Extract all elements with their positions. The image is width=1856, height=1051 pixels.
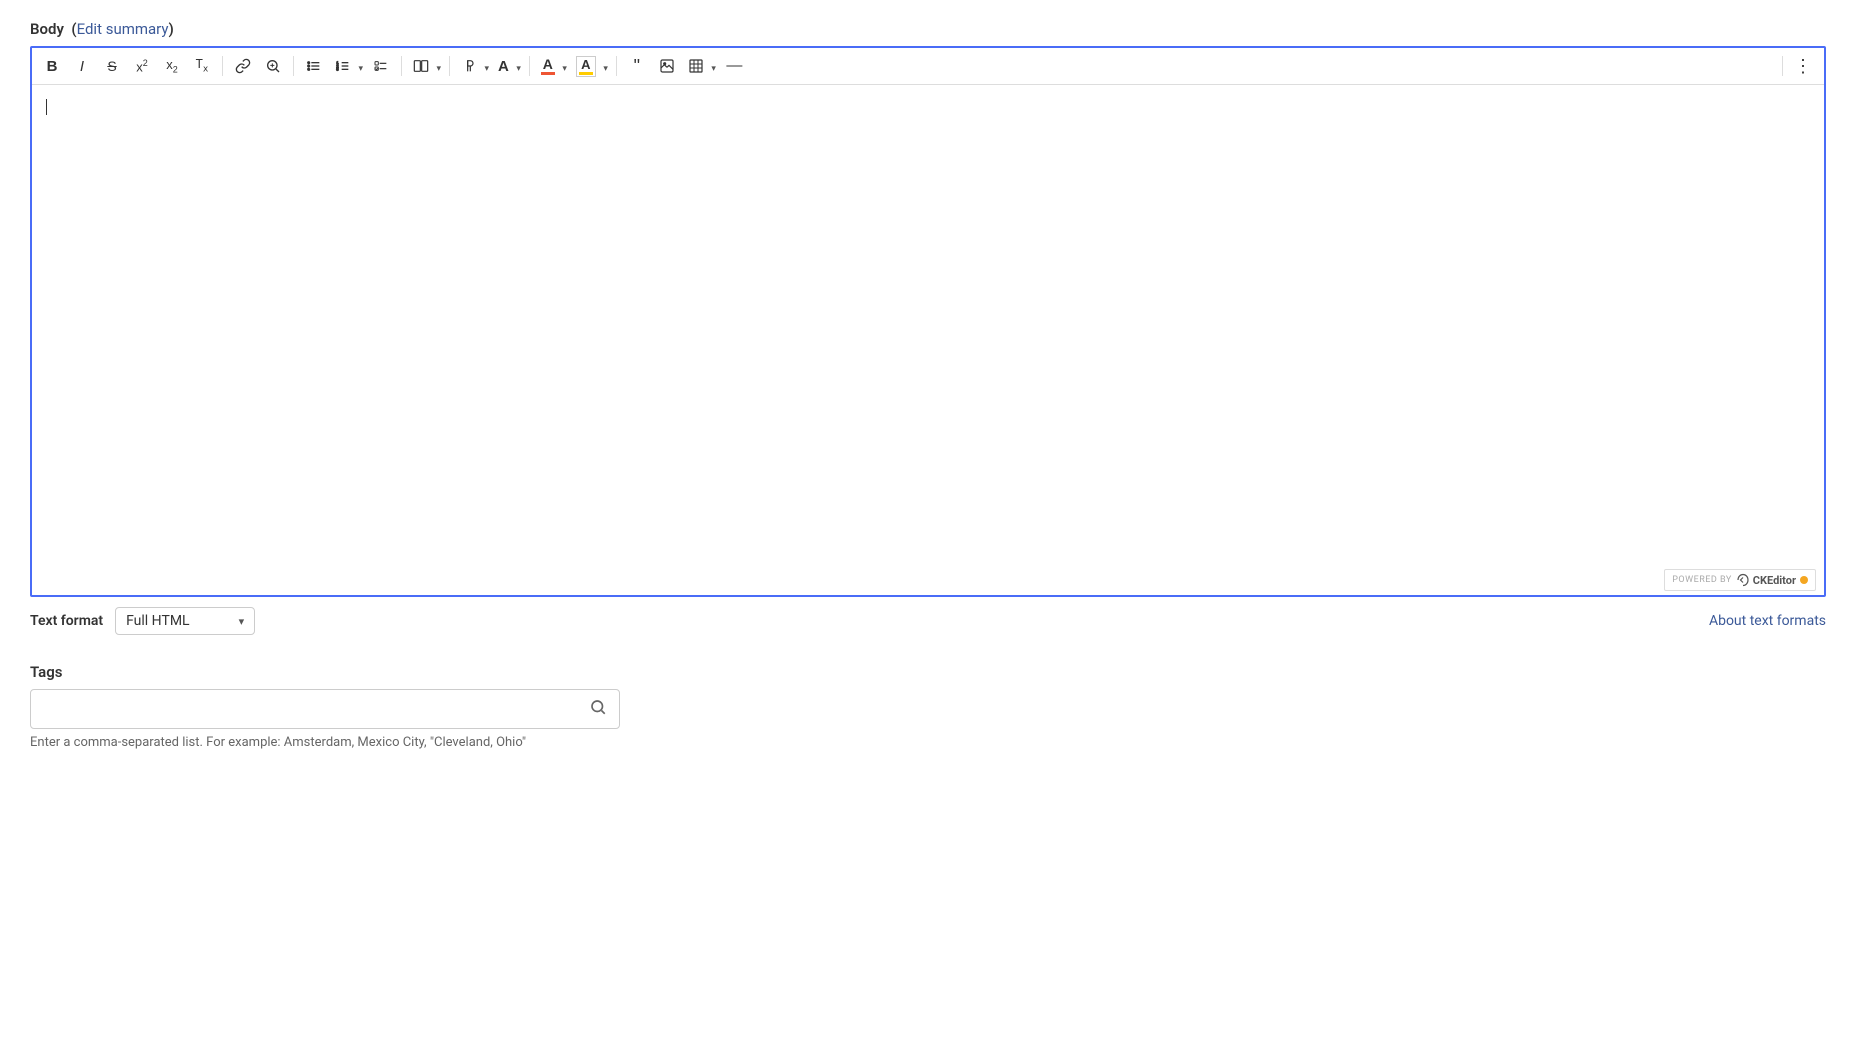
columns-icon [413,58,429,74]
tags-input[interactable] [31,691,577,727]
link-button[interactable] [229,52,257,80]
editor-toolbar: B I S x2 x2 Tx [32,48,1824,85]
text-format-selected-value: Full HTML [126,613,218,629]
body-label: Body (Edit summary) [30,20,1826,38]
ckeditor-brand-text: CKEditor [1753,574,1796,587]
bold-button[interactable]: B [38,52,66,80]
toolbar-divider-1 [222,56,223,76]
tags-hint: Enter a comma-separated list. For exampl… [30,735,1826,750]
text-cursor [46,99,47,115]
toolbar-divider-last [1782,56,1783,76]
search-icon [577,690,619,728]
ckeditor-badge: POWERED BY CKEditor [1664,569,1816,591]
numbered-list-button[interactable]: 1 2 3 ▾ [330,52,365,80]
ckeditor-dot [1800,576,1808,584]
text-format-left: Text format Full HTML ▾ [30,607,255,635]
insert-image-icon [659,58,675,74]
paragraph-format-button[interactable]: ▾ [456,52,491,80]
tags-section: Tags Enter a comma-separated list. For e… [30,663,1826,750]
toolbar-divider-4 [449,56,450,76]
remove-format-button[interactable]: Tx [188,52,216,80]
text-format-label: Text format [30,613,103,629]
insert-table-icon [688,58,704,74]
editor-footer: POWERED BY CKEditor [32,565,1824,595]
toolbar-divider-6 [616,56,617,76]
editor-content-area[interactable] [32,85,1824,565]
superscript-button[interactable]: x2 [128,52,156,80]
tags-label: Tags [30,663,1826,681]
find-replace-icon [265,58,281,74]
body-label-text: Body [30,20,64,38]
insert-image-button[interactable] [653,52,681,80]
bullet-list-icon [306,58,322,74]
more-options-button[interactable]: ⋮ [1789,52,1818,80]
subscript-button[interactable]: x2 [158,52,186,80]
edit-summary-link[interactable]: Edit summary [77,20,169,38]
text-format-row: Text format Full HTML ▾ About text forma… [30,607,1826,635]
powered-by-text: POWERED BY [1672,575,1732,585]
font-size-button[interactable]: A ▾ [493,52,523,80]
numbered-list-icon: 1 2 3 [335,58,351,74]
find-replace-button[interactable] [259,52,287,80]
ckeditor-logo-icon [1736,573,1750,587]
about-text-formats-link[interactable]: About text formats [1709,613,1826,629]
tags-input-wrapper [30,689,620,729]
toolbar-divider-3 [401,56,402,76]
link-icon [235,58,251,74]
svg-text:3: 3 [336,67,339,72]
paragraph-format-icon [461,58,477,74]
task-list-button[interactable] [367,52,395,80]
toolbar-divider-2 [293,56,294,76]
background-color-button[interactable]: A ▾ [571,52,610,80]
columns-button[interactable]: ▾ [408,52,443,80]
text-format-select[interactable]: Full HTML ▾ [115,607,255,635]
chevron-down-icon: ▾ [239,615,245,628]
horizontal-rule-button[interactable]: — [720,52,748,80]
italic-button[interactable]: I [68,52,96,80]
strikethrough-button[interactable]: S [98,52,126,80]
toolbar-divider-5 [529,56,530,76]
blockquote-button[interactable]: " [623,52,651,80]
font-color-button[interactable]: A ▾ [536,52,569,80]
bullet-list-button[interactable] [300,52,328,80]
insert-table-button[interactable]: ▾ [683,52,718,80]
task-list-icon [373,58,389,74]
editor-wrapper: B I S x2 x2 Tx [30,46,1826,597]
